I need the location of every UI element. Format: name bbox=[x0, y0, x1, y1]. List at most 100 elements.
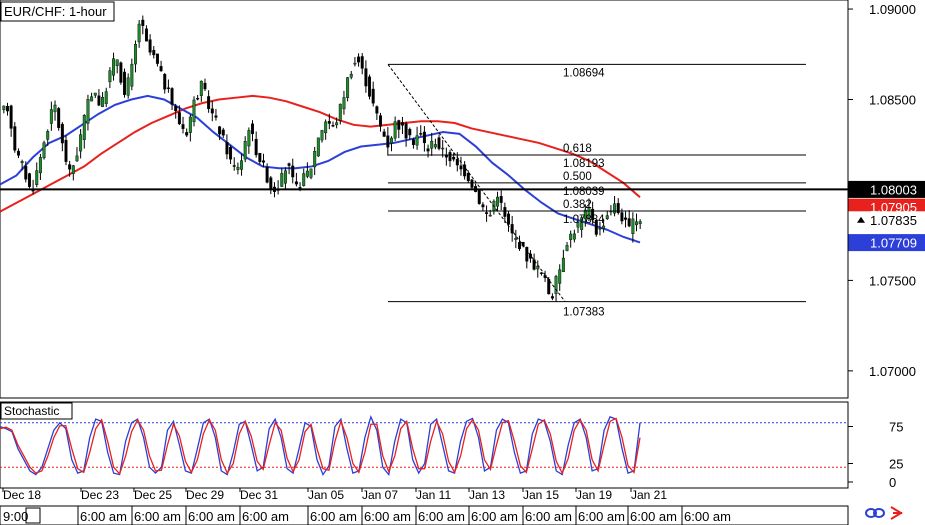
candle-body bbox=[430, 140, 434, 149]
candle-body bbox=[60, 123, 64, 144]
price-panel[interactable]: 1.08694 1.07383 0.618 1.081930.500 1.080390.… bbox=[0, 0, 849, 399]
candle-body bbox=[294, 181, 298, 185]
candle-body bbox=[203, 82, 207, 90]
candle-body bbox=[302, 173, 306, 186]
candle-body bbox=[93, 92, 97, 96]
candle-body bbox=[496, 196, 500, 207]
chart-title: EUR/CHF: 1-hour bbox=[4, 4, 107, 19]
candle-body bbox=[631, 218, 635, 234]
candle-body bbox=[371, 88, 375, 104]
candle-body bbox=[108, 70, 112, 83]
stochastic-tick-label: 0 bbox=[889, 475, 896, 490]
candle-body bbox=[82, 115, 86, 140]
date-label: Dec 23 bbox=[81, 488, 119, 502]
candle-body bbox=[123, 71, 126, 95]
candle-body bbox=[349, 73, 353, 78]
price-tag: 1.08003 bbox=[848, 180, 925, 198]
candle-body bbox=[104, 91, 108, 104]
price-tag: 1.07709 bbox=[848, 234, 925, 252]
candle-body bbox=[411, 139, 415, 146]
candle-body bbox=[280, 173, 284, 187]
time-label: 6:00 am bbox=[418, 509, 465, 524]
price-tick-label: 1.07500 bbox=[869, 273, 916, 288]
time-label: 6:00 am bbox=[525, 509, 572, 524]
candle-body bbox=[210, 108, 214, 114]
candle-body bbox=[510, 224, 514, 234]
candle-body bbox=[477, 189, 481, 204]
candle-body bbox=[148, 39, 152, 53]
candle-body bbox=[163, 74, 167, 90]
candle-body bbox=[6, 105, 9, 112]
candle-body bbox=[379, 115, 382, 127]
candle-body bbox=[42, 142, 46, 159]
candle-body bbox=[155, 53, 159, 64]
date-label: Jan 13 bbox=[469, 488, 505, 502]
candle-body bbox=[68, 164, 72, 170]
stochastic-panel[interactable]: Stochastic bbox=[0, 401, 849, 489]
candle-body bbox=[27, 173, 31, 187]
candle-body bbox=[422, 131, 426, 144]
candle-body bbox=[335, 122, 339, 126]
candle-body bbox=[561, 257, 565, 272]
date-label: Jan 05 bbox=[308, 488, 344, 502]
candle-body bbox=[2, 105, 6, 110]
candle-body bbox=[152, 49, 156, 56]
candle-body bbox=[287, 163, 291, 166]
candle-body bbox=[518, 242, 521, 250]
candle-body bbox=[503, 207, 507, 217]
time-axis[interactable]: 9:00 6:00 am 6:00 am 6:00 am 6:00 am 6:00 am 6… bbox=[0, 505, 849, 525]
price-tag-label: 1.07835 bbox=[870, 213, 917, 228]
candle-body bbox=[441, 147, 445, 150]
candle-body bbox=[247, 130, 251, 147]
candle-body bbox=[229, 147, 233, 160]
candle-body bbox=[258, 152, 262, 162]
candle-body bbox=[327, 121, 331, 124]
fib-ratio-label: 0.618 bbox=[563, 143, 592, 155]
candle-body bbox=[485, 212, 489, 214]
candle-body bbox=[130, 63, 134, 87]
candle-body bbox=[291, 165, 295, 178]
candle-body bbox=[20, 161, 24, 164]
candle-body bbox=[192, 99, 196, 123]
candle-body bbox=[452, 156, 456, 160]
fib-price-label: 1.08039 bbox=[563, 186, 605, 198]
candle-body bbox=[598, 228, 602, 230]
candle-body bbox=[134, 44, 137, 65]
candle-body bbox=[218, 126, 222, 135]
candle-body bbox=[181, 124, 185, 129]
candle-body bbox=[400, 122, 404, 126]
candle-body bbox=[262, 160, 265, 163]
candle-body bbox=[305, 170, 309, 177]
candle-body bbox=[390, 137, 393, 144]
candle-body bbox=[455, 159, 459, 166]
candle-body bbox=[24, 166, 28, 180]
candle-body bbox=[572, 233, 576, 240]
time-label: 9:00 bbox=[3, 509, 28, 524]
candle-body bbox=[360, 56, 364, 69]
candle-body bbox=[232, 165, 236, 167]
time-label: 6:00 am bbox=[471, 509, 518, 524]
date-label: Jan 21 bbox=[631, 488, 667, 502]
price-tick-label: 1.09000 bbox=[869, 2, 916, 17]
candle-body bbox=[243, 141, 247, 160]
fib-price-label: 1.07884 bbox=[563, 214, 605, 226]
price-tag-label: 1.08003 bbox=[870, 182, 917, 197]
candle-body bbox=[283, 170, 287, 184]
time-label: 6:00 am bbox=[310, 509, 357, 524]
candle-body bbox=[97, 95, 101, 106]
candle-body bbox=[393, 121, 397, 139]
candle-body bbox=[159, 66, 163, 72]
candle-body bbox=[46, 131, 50, 140]
fib-low-label: 1.07383 bbox=[563, 307, 605, 319]
stochastic-tick-label: 25 bbox=[889, 457, 903, 472]
candle-body bbox=[426, 148, 430, 152]
candle-body bbox=[419, 133, 423, 135]
candle-body bbox=[433, 144, 437, 148]
candle-body bbox=[507, 213, 510, 225]
candle-body bbox=[49, 109, 53, 124]
candle-body bbox=[368, 76, 372, 97]
candle-body bbox=[499, 196, 503, 203]
fib-ratio-label: 0.500 bbox=[563, 171, 592, 183]
candle-body bbox=[137, 23, 141, 43]
candle-body bbox=[57, 108, 61, 128]
